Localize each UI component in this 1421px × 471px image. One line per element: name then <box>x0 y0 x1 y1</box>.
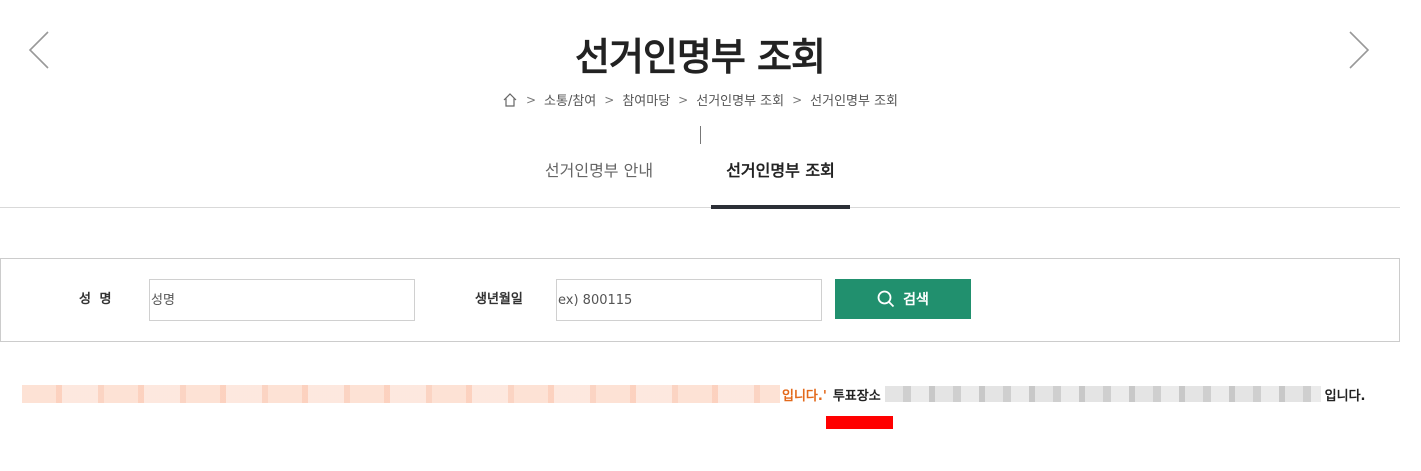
name-input[interactable] <box>149 279 415 321</box>
chevron-right-icon: > <box>792 92 803 107</box>
chevron-right-icon: > <box>525 92 537 107</box>
red-highlight-mark <box>826 416 893 429</box>
search-button-label: 검색 <box>903 292 929 308</box>
birthdate-input[interactable] <box>556 279 822 321</box>
tab-bar: 선거인명부 안내 선거인명부 조회 <box>0 150 1400 209</box>
home-icon[interactable] <box>502 92 518 108</box>
tab-voter-list-guide[interactable]: 선거인명부 안내 <box>526 150 672 208</box>
redacted-vote-place <box>884 386 1321 402</box>
page: 선거인명부 조회 > 소통/참여 > 참여마당 > 선거인명부 조회 > 선거인… <box>0 0 1421 471</box>
result-suffix: 입니다. <box>1324 388 1366 404</box>
breadcrumb-item[interactable]: 소통/참여 <box>544 90 596 109</box>
search-button[interactable]: 검색 <box>835 279 971 319</box>
birthdate-label: 생년월일 <box>475 292 523 307</box>
chevron-right-icon: > <box>604 92 615 107</box>
search-result: 입니다.' 투표장소 입니다. <box>22 383 1365 405</box>
page-title: 선거인명부 조회 <box>575 35 826 79</box>
breadcrumb-item[interactable]: 선거인명부 조회 <box>810 90 898 109</box>
search-icon <box>877 290 895 308</box>
breadcrumb: > 소통/참여 > 참여마당 > 선거인명부 조회 > 선거인명부 조회 <box>0 90 1400 109</box>
result-quote-end: 입니다.' <box>782 388 827 404</box>
divider <box>700 126 701 144</box>
search-form: 성 명 생년월일 검색 <box>0 258 1400 342</box>
tab-voter-list-lookup[interactable]: 선거인명부 조회 <box>711 150 850 209</box>
vote-place-label: 투표장소 <box>832 388 881 404</box>
chevron-right-icon: > <box>678 92 689 107</box>
breadcrumb-item[interactable]: 참여마당 <box>622 90 670 109</box>
name-label: 성 명 <box>79 292 114 307</box>
breadcrumb-item[interactable]: 선거인명부 조회 <box>696 90 784 109</box>
redacted-voter-info <box>22 385 780 403</box>
